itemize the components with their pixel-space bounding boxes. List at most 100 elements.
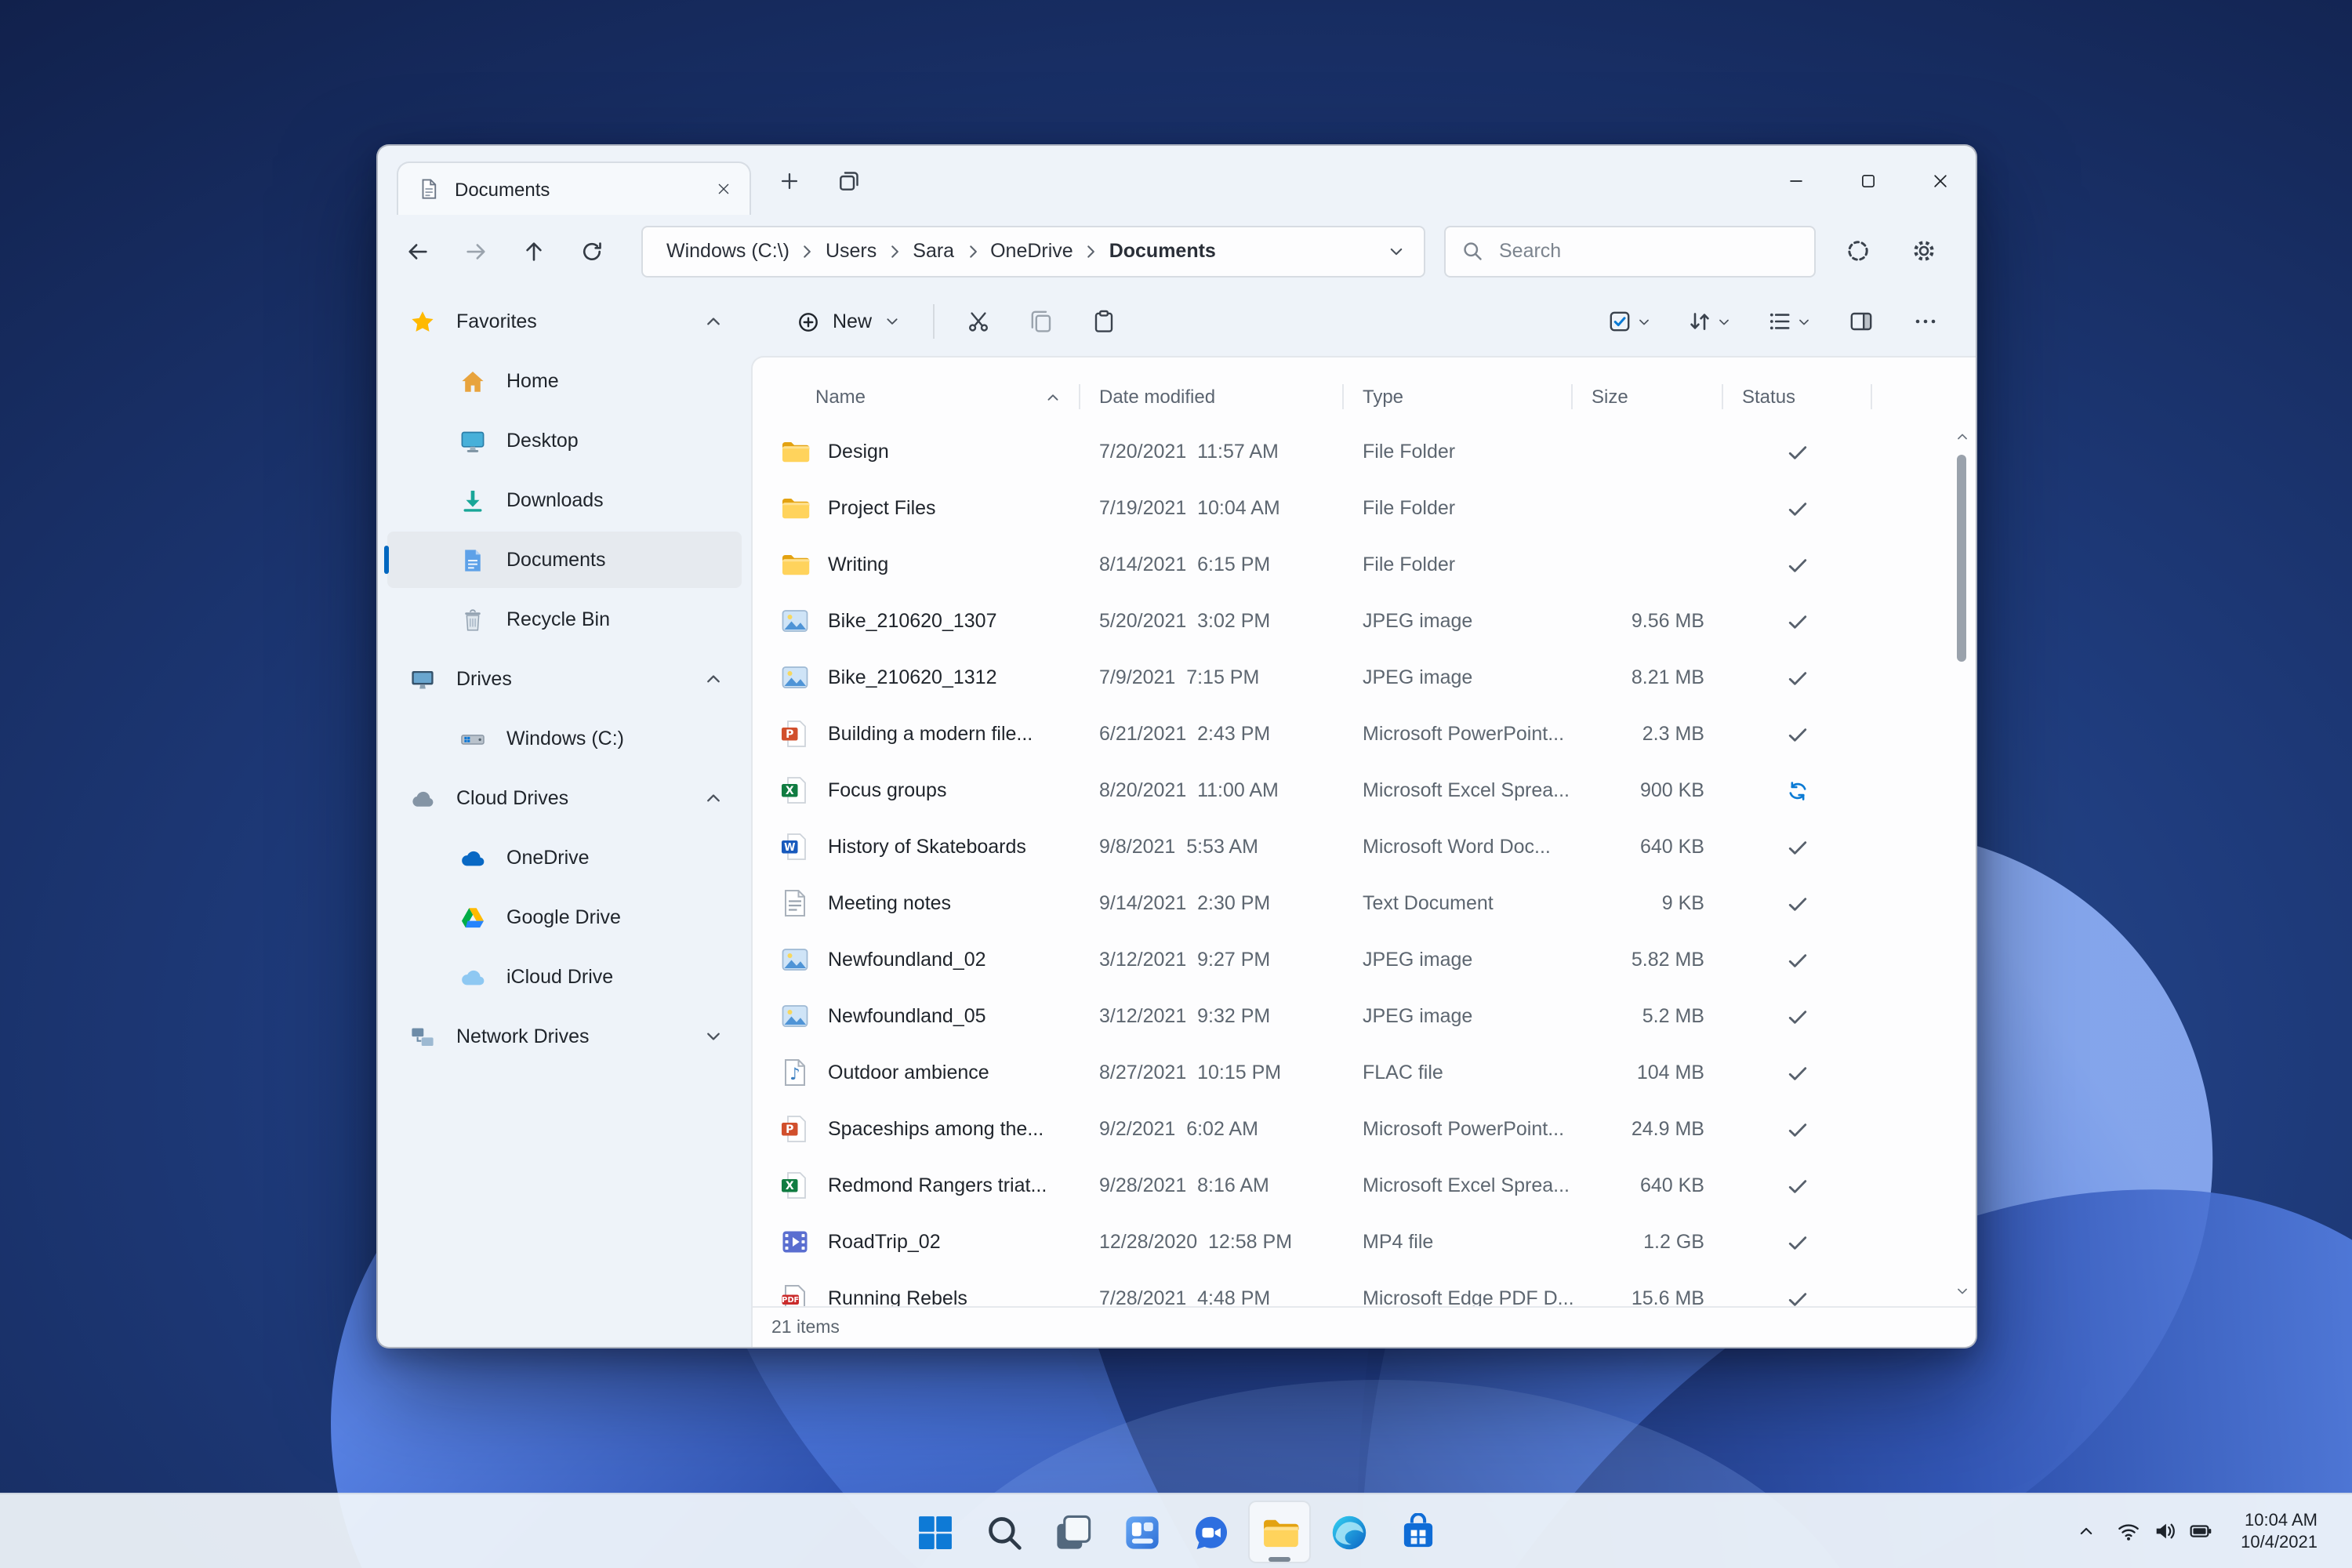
file-row-bike-210620-1307[interactable]: Bike_210620_1307 5/20/2021 3:02 PM JPEG im… xyxy=(771,593,1976,649)
file-size: 104 MB xyxy=(1636,1062,1704,1083)
column-header-date-modified[interactable]: Date modified xyxy=(1080,381,1344,412)
file-row-writing[interactable]: Writing 8/14/2021 6:15 PM File Folder xyxy=(771,536,1976,593)
tray-status-group[interactable] xyxy=(2107,1503,2222,1559)
sidebar-item-icloud-drive[interactable]: iCloud Drive xyxy=(387,949,742,1005)
file-row-meeting-notes[interactable]: Meeting notes 9/14/2021 2:30 PM Text Docum… xyxy=(771,875,1976,931)
taskbar-search-button[interactable] xyxy=(972,1501,1035,1563)
file-status xyxy=(1723,988,1872,1044)
file-name-cell: Writing xyxy=(771,536,1080,593)
scrollbar-thumb[interactable] xyxy=(1957,455,1966,662)
file-name: Focus groups xyxy=(828,779,947,801)
file-name-cell: Newfoundland_05 xyxy=(771,988,1080,1044)
sidebar-section-drives[interactable]: Drives xyxy=(387,651,742,707)
check-icon xyxy=(1786,1230,1809,1254)
word-icon: W xyxy=(779,831,811,862)
scroll-up-button[interactable] xyxy=(1953,426,1972,445)
forward-button[interactable] xyxy=(448,223,503,278)
maximize-button[interactable] xyxy=(1831,146,1904,215)
more-button[interactable] xyxy=(1897,295,1954,348)
sidebar-item-onedrive[interactable]: OneDrive xyxy=(387,829,742,886)
file-row-project-files[interactable]: Project Files 7/19/2021 10:04 AM File Fold… xyxy=(771,480,1976,536)
column-header-type[interactable]: Type xyxy=(1344,381,1573,412)
breadcrumb-segment-windows-c[interactable]: Windows (C:\) xyxy=(659,237,797,265)
file-name-cell: P Building a modern file... xyxy=(771,706,1080,762)
copy-button[interactable] xyxy=(1013,295,1069,348)
store-button[interactable] xyxy=(1386,1501,1449,1563)
sidebar-item-documents[interactable]: Documents xyxy=(384,532,742,588)
column-header-name[interactable]: Name xyxy=(771,381,1080,412)
cut-button[interactable] xyxy=(950,295,1007,348)
sidebar-item-label: OneDrive xyxy=(506,847,590,869)
toggle-selection-button[interactable] xyxy=(1593,295,1665,348)
recycle-bin-icon xyxy=(459,606,486,633)
view-button[interactable] xyxy=(1753,295,1825,348)
vertical-scrollbar[interactable] xyxy=(1952,426,1973,1300)
edge-button[interactable] xyxy=(1317,1501,1380,1563)
file-row-outdoor-ambience[interactable]: ♪ Outdoor ambience 8/27/2021 10:15 PM FLAC … xyxy=(771,1044,1976,1101)
sidebar-item-desktop[interactable]: Desktop xyxy=(387,412,742,469)
file-name-cell: Newfoundland_02 xyxy=(771,931,1080,988)
minimize-button[interactable] xyxy=(1759,146,1831,215)
file-row-newfoundland-05[interactable]: Newfoundland_05 3/12/2021 9:32 PM JPEG ima… xyxy=(771,988,1976,1044)
column-header-status[interactable]: Status xyxy=(1723,381,1872,412)
file-row-building-a-modern-file[interactable]: P Building a modern file... 6/21/2021 2:43… xyxy=(771,706,1976,762)
widgets-button[interactable] xyxy=(1110,1501,1173,1563)
new-tab-button[interactable] xyxy=(767,158,811,202)
sidebar-section-favorites[interactable]: Favorites xyxy=(387,293,742,350)
explorer-tab-documents[interactable]: Documents xyxy=(397,162,751,215)
file-row-running-rebels[interactable]: PDF Running Rebels 7/28/2021 4:48 PM Micros… xyxy=(771,1270,1976,1306)
breadcrumb-segment-onedrive[interactable]: OneDrive xyxy=(982,237,1081,265)
file-row-newfoundland-02[interactable]: Newfoundland_02 3/12/2021 9:27 PM JPEG ima… xyxy=(771,931,1976,988)
start-button[interactable] xyxy=(903,1501,966,1563)
search-box[interactable] xyxy=(1444,225,1816,277)
paste-button[interactable] xyxy=(1076,295,1132,348)
scroll-down-button[interactable] xyxy=(1953,1281,1972,1300)
back-button[interactable] xyxy=(390,223,445,278)
hidden-icons-button[interactable] xyxy=(2068,1503,2104,1559)
clock-button[interactable]: 10:04 AM 10/4/2021 xyxy=(2225,1503,2333,1559)
file-row-focus-groups[interactable]: X Focus groups 8/20/2021 11:00 AM Microsoft… xyxy=(771,762,1976,818)
sidebar-item-downloads[interactable]: Downloads xyxy=(387,472,742,528)
chat-button[interactable] xyxy=(1179,1501,1242,1563)
refresh-button[interactable] xyxy=(564,223,619,278)
sidebar-section-cloud-drives[interactable]: Cloud Drives xyxy=(387,770,742,826)
breadcrumb-segment-users[interactable]: Users xyxy=(818,237,884,265)
clock: 10:04 AM 10/4/2021 xyxy=(2234,1503,2324,1559)
file-date: 8/14/2021 6:15 PM xyxy=(1099,554,1271,575)
scrollbar-track[interactable] xyxy=(1952,445,1973,1281)
task-view-button[interactable] xyxy=(1041,1501,1104,1563)
close-button[interactable] xyxy=(1904,146,1976,215)
breadcrumb-segment-documents[interactable]: Documents xyxy=(1102,237,1224,265)
file-explorer-button[interactable] xyxy=(1248,1501,1311,1563)
file-row-bike-210620-1312[interactable]: Bike_210620_1312 7/9/2021 7:15 PM JPEG ima… xyxy=(771,649,1976,706)
new-button[interactable]: New xyxy=(779,295,917,348)
address-dropdown-button[interactable] xyxy=(1377,232,1414,270)
sync-status-button[interactable] xyxy=(1831,224,1885,278)
details-pane-button[interactable] xyxy=(1833,295,1889,348)
chat-icon xyxy=(1191,1512,1230,1552)
sidebar-item-google-drive[interactable]: Google Drive xyxy=(387,889,742,946)
cut-icon xyxy=(966,309,991,334)
tab-actions-button[interactable] xyxy=(826,158,870,202)
sidebar-section-network-drives[interactable]: Network Drives xyxy=(387,1008,742,1065)
column-header-label: Type xyxy=(1363,386,1404,408)
sort-button[interactable] xyxy=(1673,295,1745,348)
tab-close-button[interactable] xyxy=(706,172,740,206)
file-row-spaceships-among-the[interactable]: P Spaceships among the... 9/2/2021 6:02 AM… xyxy=(771,1101,1976,1157)
file-type: Microsoft Excel Sprea... xyxy=(1363,779,1570,801)
file-row-redmond-rangers-triat[interactable]: X Redmond Rangers triat... 9/28/2021 8:16 … xyxy=(771,1157,1976,1214)
file-row-history-of-skateboards[interactable]: W History of Skateboards 9/8/2021 5:53 AM M… xyxy=(771,818,1976,875)
column-headers: Name Date modified Type Size Status xyxy=(753,370,1976,423)
search-input[interactable] xyxy=(1496,238,1798,263)
file-row-design[interactable]: Design 7/20/2021 11:57 AM File Folder xyxy=(771,423,1976,480)
file-row-roadtrip-02[interactable]: RoadTrip_02 12/28/2020 12:58 PM MP4 file 1.… xyxy=(771,1214,1976,1270)
sidebar-item-home[interactable]: Home xyxy=(387,353,742,409)
sidebar-item-recycle-bin[interactable]: Recycle Bin xyxy=(387,591,742,648)
breadcrumb-segment-sara[interactable]: Sara xyxy=(905,237,962,265)
column-header-size[interactable]: Size xyxy=(1573,381,1723,412)
file-type: JPEG image xyxy=(1363,666,1473,688)
file-date: 9/2/2021 6:02 AM xyxy=(1099,1118,1258,1140)
settings-button[interactable] xyxy=(1897,224,1951,278)
sidebar-item-windows-c[interactable]: Windows (C:) xyxy=(387,710,742,767)
up-button[interactable] xyxy=(506,223,561,278)
